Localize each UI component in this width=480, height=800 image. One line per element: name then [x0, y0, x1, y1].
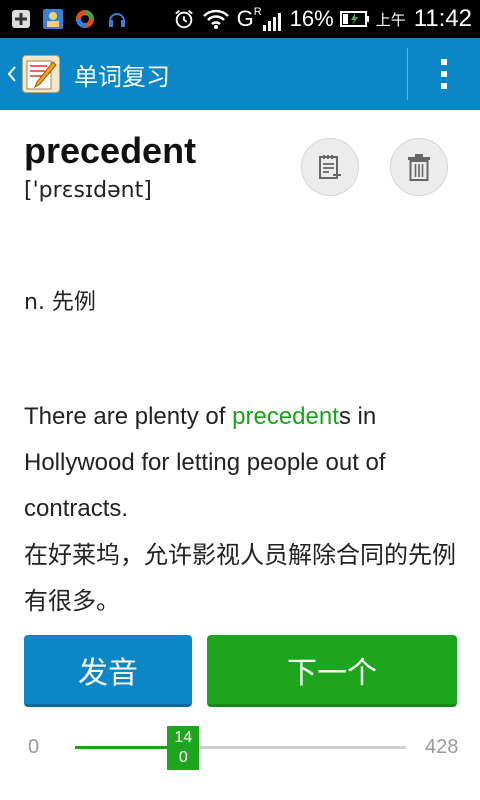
alarm-icon [173, 8, 195, 30]
time-period: 上午 [375, 11, 406, 29]
progress-thumb-label-line2: 0 [178, 749, 188, 766]
battery-charging-icon [339, 8, 370, 30]
notebook-add-icon [319, 155, 341, 179]
browser-app-icon [74, 8, 96, 30]
example-sentence: There are plenty of precedents in Hollyw… [24, 394, 464, 532]
headset-icon [106, 8, 128, 30]
definition: n. 先例 [24, 290, 96, 315]
progress-min-label: 0 [28, 736, 40, 758]
battery-percent: 16% [289, 6, 334, 31]
page-title: 单词复习 [74, 62, 170, 91]
chevron-left-icon [7, 66, 16, 82]
add-notification-icon [10, 8, 32, 30]
example-text-before: There are plenty of [24, 403, 233, 430]
wifi-icon [201, 8, 231, 30]
cellular-signal-icon: G R [237, 6, 284, 32]
delete-word-button[interactable] [390, 138, 448, 196]
add-to-notebook-button[interactable] [301, 138, 359, 196]
progress-thumb-label-line1: 14 [174, 729, 193, 746]
roaming-label: R [253, 6, 262, 18]
progress-track[interactable] [75, 746, 406, 749]
example-translation: 在好莱坞，允许影视人员解除合同的先例有很多。 [24, 541, 456, 615]
progress-max-label: 428 [425, 736, 459, 758]
progress-thumb[interactable]: 14 0 [167, 726, 200, 770]
trash-icon [408, 154, 430, 181]
headword: precedent [24, 130, 197, 171]
back-button[interactable] [4, 38, 20, 110]
app-logo-icon[interactable] [22, 55, 60, 93]
example-highlight: precedent [232, 403, 339, 430]
speak-button[interactable]: 发音 [24, 635, 192, 707]
status-bar: G R 16% 上午 11:42 [0, 0, 480, 38]
app-bar: 单词复习 [0, 38, 480, 110]
clock: 11:42 [413, 5, 472, 32]
contacts-app-icon [42, 8, 64, 30]
network-type-label: G [236, 6, 254, 31]
next-button[interactable]: 下一个 [207, 635, 457, 707]
overflow-menu-button[interactable] [408, 38, 480, 110]
phonetic: ['prɛsɪdənt] [24, 178, 152, 203]
more-vert-icon [441, 59, 447, 89]
